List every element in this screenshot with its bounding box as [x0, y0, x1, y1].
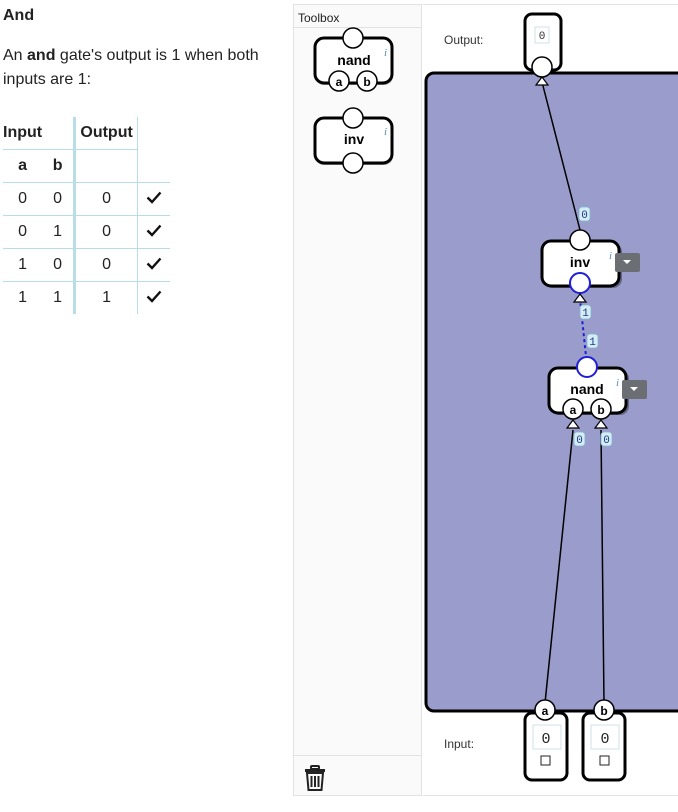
inv-input-pin[interactable] — [569, 272, 591, 294]
inv-output-pin[interactable] — [569, 229, 591, 251]
cell-b: 0 — [42, 248, 77, 282]
toolbox-inv-gate[interactable]: inv i — [313, 107, 394, 174]
toolbox-inv-label: inv — [344, 131, 364, 147]
column-header-a: a — [3, 149, 43, 183]
truth-table: Input Output a b 0 0 0 0 1 0 1 0 0 1 1 1 — [3, 117, 171, 314]
info-icon[interactable]: i — [609, 250, 612, 262]
inv-gate-label: inv — [570, 254, 590, 270]
table-row: 0 0 0 — [3, 182, 171, 216]
cell-b: 1 — [42, 281, 77, 314]
table-row: 1 1 1 — [3, 281, 171, 314]
cell-b: 1 — [42, 215, 77, 249]
input-node-a[interactable]: a 0 — [523, 699, 569, 782]
cell-a: 1 — [3, 281, 43, 314]
output-node: 0 — [523, 12, 563, 78]
checkmark-icon — [146, 191, 162, 204]
column-header-b: b — [42, 149, 77, 183]
cell-a: 0 — [3, 182, 43, 216]
cell-output: 0 — [74, 215, 139, 249]
input-b-value: 0 — [600, 731, 609, 748]
toolbox-title: Toolbox — [298, 11, 340, 25]
wire-value: 1 — [582, 308, 589, 320]
input-b-toggle-checkbox[interactable] — [599, 755, 610, 766]
nand-output-pin[interactable] — [576, 356, 598, 378]
wire-value: 0 — [576, 435, 583, 447]
circuit-diagram: 0 0 inv i 1 1 nand i a b 0 0 a 0 b 0 — [424, 12, 678, 782]
inv-output-pin — [342, 107, 364, 129]
input-a-value: 0 — [541, 731, 550, 748]
divider — [294, 755, 421, 756]
inv-input-pin — [342, 152, 364, 174]
checkmark-icon — [146, 224, 162, 237]
nand-pin-b-label: b — [363, 75, 370, 89]
cell-a: 0 — [3, 215, 43, 249]
trash-icon[interactable] — [304, 765, 326, 791]
circuit-canvas[interactable]: Output: Input: 0 0 inv i 1 1 nand i a b … — [423, 4, 678, 796]
checkmark-icon — [146, 257, 162, 270]
cell-output: 1 — [74, 281, 139, 314]
cell-b: 0 — [42, 182, 77, 216]
info-icon[interactable]: i — [384, 47, 387, 59]
nand-output-pin — [342, 27, 364, 49]
wire-value: 1 — [589, 337, 596, 349]
info-icon[interactable]: i — [384, 126, 387, 138]
output-value: 0 — [539, 31, 546, 43]
level-panel: And An and gate's output is 1 when both … — [0, 0, 292, 812]
input-a-name: a — [542, 704, 549, 718]
nand-pin-a-label: a — [570, 403, 577, 417]
nand-pin-a-label: a — [336, 75, 343, 89]
description-prefix: An — [3, 47, 28, 64]
level-description: An and gate's output is 1 when both inpu… — [3, 44, 283, 92]
level-title: And — [3, 7, 35, 24]
wire-value: 0 — [603, 435, 610, 447]
output-group-header: Output — [74, 117, 139, 150]
toolbox-nand-label: nand — [337, 52, 370, 68]
toolbox-items: nand i a b inv i — [313, 27, 394, 174]
nand-gate-label: nand — [570, 381, 603, 397]
nand-pin-b-label: b — [597, 403, 604, 417]
description-keyword: and — [27, 47, 56, 64]
output-pin[interactable] — [531, 56, 553, 78]
wire-value: 0 — [581, 210, 588, 222]
checkmark-icon — [146, 290, 162, 303]
toolbox-panel: Toolbox nand i a b inv i — [293, 4, 422, 796]
input-group-header: Input — [3, 124, 43, 141]
input-b-name: b — [600, 704, 607, 718]
table-row: 1 0 0 — [3, 248, 171, 282]
nand-dropdown-button[interactable] — [622, 380, 647, 399]
input-group-header-spacer — [42, 117, 77, 150]
toolbox-nand-gate[interactable]: nand i a b — [313, 27, 394, 92]
inv-dropdown-button[interactable] — [615, 253, 640, 272]
cell-a: 1 — [3, 248, 43, 282]
input-a-toggle-checkbox[interactable] — [540, 755, 551, 766]
cell-output: 0 — [74, 248, 139, 282]
cell-output: 0 — [74, 182, 139, 216]
input-node-b[interactable]: b 0 — [581, 699, 627, 782]
table-row: 0 1 0 — [3, 215, 171, 249]
info-icon[interactable]: i — [616, 377, 619, 389]
